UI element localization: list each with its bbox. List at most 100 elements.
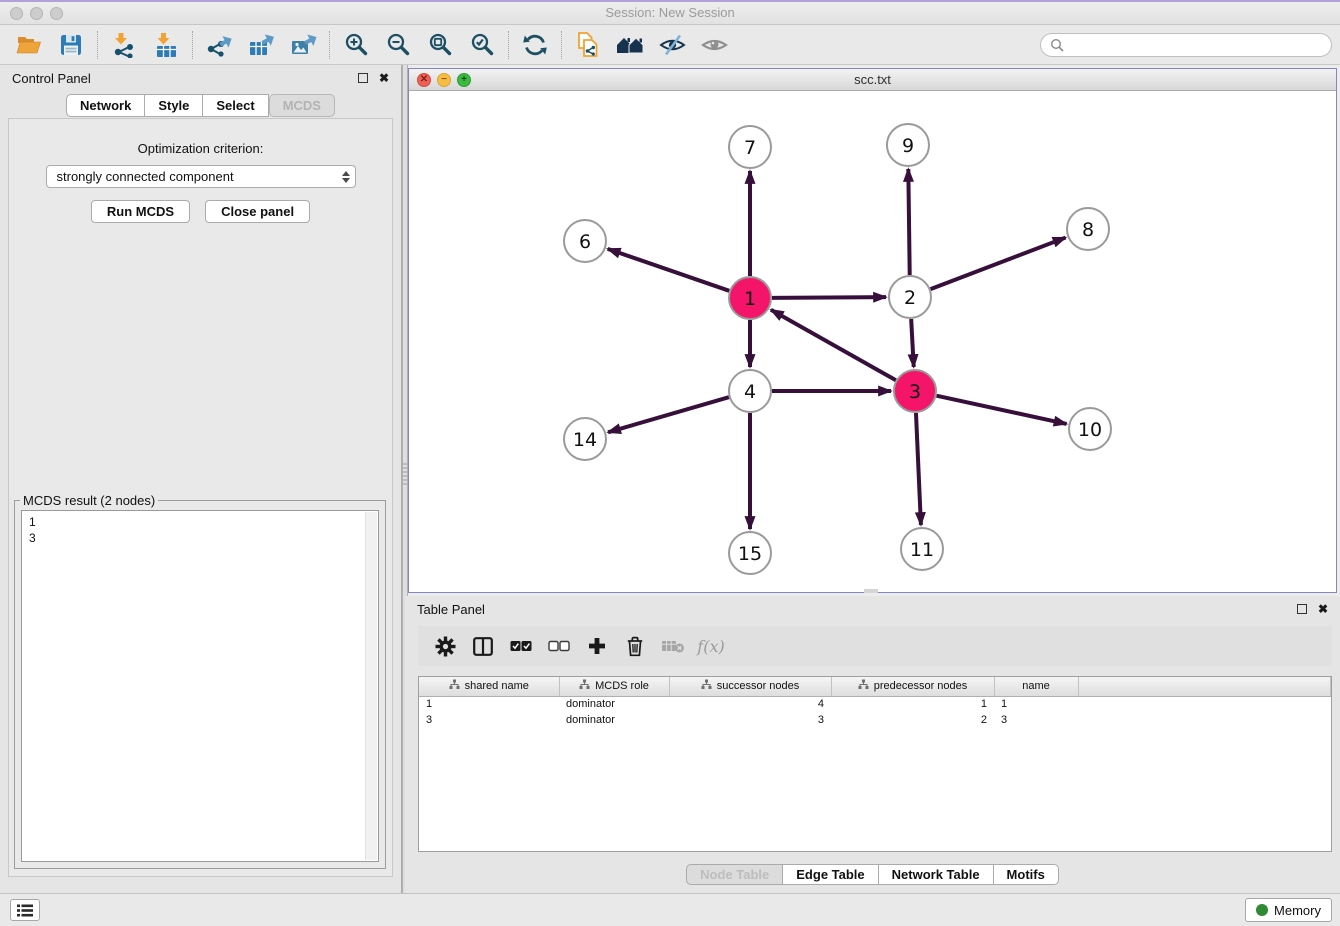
close-table-panel-icon[interactable]: ✖ [1318,604,1328,614]
float-panel-icon[interactable] [358,73,368,83]
run-mcds-button[interactable]: Run MCDS [91,200,190,223]
close-window-button[interactable] [10,7,23,20]
cell-successor-nodes[interactable]: 3 [669,712,831,728]
search-box[interactable] [1040,33,1332,57]
zoom-fit-button[interactable] [419,28,461,62]
close-view-button[interactable]: ✕ [417,73,431,87]
table-row[interactable]: 1dominator411 [419,696,1331,712]
column-header-predecessor-nodes[interactable]: predecessor nodes [831,677,994,696]
show-eye-icon [701,33,728,57]
refresh-view-button[interactable] [514,28,556,62]
cell-shared-name[interactable]: 3 [419,712,559,728]
tab-network[interactable]: Network [66,94,145,117]
column-header-name[interactable]: name [994,677,1078,696]
save-floppy-icon [59,33,83,57]
graph-node-7[interactable]: 7 [729,126,771,168]
graph-node-11[interactable]: 11 [901,528,943,570]
task-history-button[interactable] [10,899,40,921]
tab-style[interactable]: Style [145,94,203,117]
zoom-window-button[interactable] [50,7,63,20]
graph-edge-3-10[interactable] [936,396,1066,424]
result-item[interactable]: 1 [29,514,378,530]
tab-edge-table[interactable]: Edge Table [783,864,878,885]
refresh-icon [522,32,548,58]
graph-edge-1-6[interactable] [608,249,730,291]
cell-mcds-role[interactable]: dominator [559,712,669,728]
zoom-in-button[interactable] [335,28,377,62]
graph-edge-2-9[interactable] [908,169,909,275]
column-header-shared-name[interactable]: shared name [419,677,559,696]
graph-node-10[interactable]: 10 [1069,408,1111,450]
fx-icon: f(x) [697,637,724,656]
graph-edge-3-11[interactable] [916,413,921,525]
close-panel-icon[interactable]: ✖ [379,73,389,83]
delete-table-button[interactable] [654,629,692,663]
criterion-dropdown[interactable]: strongly connected component [46,165,356,188]
column-type-icon [858,679,869,693]
hide-selected-button[interactable] [651,28,693,62]
graph-node-1[interactable]: 1 [729,277,771,319]
column-settings-button[interactable] [426,629,464,663]
function-builder-button[interactable]: f(x) [692,629,730,663]
network-canvas[interactable]: 7 9 6 8 1 2 4 3 14 10 15 11 [409,91,1336,592]
save-session-button[interactable] [50,28,92,62]
graph-node-8[interactable]: 8 [1067,208,1109,250]
export-table-button[interactable] [240,28,282,62]
float-table-panel-icon[interactable] [1297,604,1307,614]
houses-button[interactable] [609,28,651,62]
search-input[interactable] [1069,36,1322,53]
network-graph[interactable]: 7 9 6 8 1 2 4 3 14 10 15 11 [409,91,1336,592]
import-table-button[interactable] [145,28,187,62]
open-session-button[interactable] [8,28,50,62]
delete-column-button[interactable] [616,629,654,663]
tab-select[interactable]: Select [203,94,268,117]
graph-edge-1-2[interactable] [772,297,886,298]
cell-mcds-role[interactable]: dominator [559,696,669,712]
memory-button[interactable]: Memory [1245,898,1332,922]
graph-edge-4-14[interactable] [608,397,729,432]
zoom-selected-button[interactable] [461,28,503,62]
export-image-button[interactable] [282,28,324,62]
zoom-out-button[interactable] [377,28,419,62]
graph-node-6[interactable]: 6 [564,220,606,262]
cell-predecessor-nodes[interactable]: 2 [831,712,994,728]
result-item[interactable]: 3 [29,530,378,546]
clone-network-button[interactable] [567,28,609,62]
graph-node-2[interactable]: 2 [889,276,931,318]
graph-node-4[interactable]: 4 [729,370,771,412]
cell-shared-name[interactable]: 1 [419,696,559,712]
table-row[interactable]: 3dominator323 [419,712,1331,728]
graph-node-15[interactable]: 15 [729,532,771,574]
tab-motifs[interactable]: Motifs [994,864,1059,885]
cell-predecessor-nodes[interactable]: 1 [831,696,994,712]
graph-edge-2-8[interactable] [931,238,1066,290]
export-image-icon [290,32,317,58]
select-all-button[interactable] [502,629,540,663]
graph-edge-3-1[interactable] [771,310,896,380]
maximize-view-button[interactable]: + [457,73,471,87]
cell-name[interactable]: 1 [994,696,1078,712]
result-scrollbar[interactable] [365,512,377,860]
close-panel-button[interactable]: Close panel [205,200,310,223]
minimize-window-button[interactable] [30,7,43,20]
tab-network-table[interactable]: Network Table [879,864,994,885]
import-network-button[interactable] [103,28,145,62]
export-network-button[interactable] [198,28,240,62]
create-column-button[interactable] [578,629,616,663]
show-all-button[interactable] [693,28,735,62]
column-header-mcds-role[interactable]: MCDS role [559,677,669,696]
column-header-successor-nodes[interactable]: successor nodes [669,677,831,696]
tab-mcds[interactable]: MCDS [269,94,335,117]
graph-node-3[interactable]: 3 [894,370,936,412]
graph-node-9[interactable]: 9 [887,124,929,166]
mcds-result-list[interactable]: 13 [21,510,379,862]
cell-name[interactable]: 3 [994,712,1078,728]
import-network-icon [111,32,137,58]
graph-node-14[interactable]: 14 [564,418,606,460]
minimize-view-button[interactable]: − [437,73,451,87]
deselect-all-button[interactable] [540,629,578,663]
graph-edge-2-3[interactable] [911,319,914,367]
split-columns-button[interactable] [464,629,502,663]
tab-node-table[interactable]: Node Table [686,864,783,885]
cell-successor-nodes[interactable]: 4 [669,696,831,712]
